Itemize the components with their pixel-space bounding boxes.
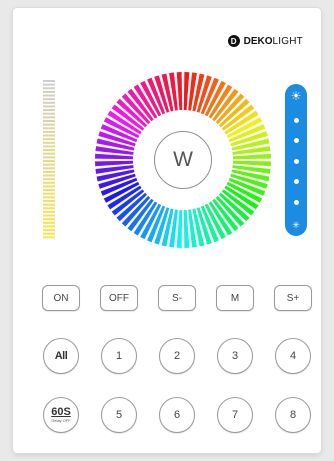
zone-7-button[interactable]: 7 xyxy=(217,397,253,433)
zone-4-button[interactable]: 4 xyxy=(275,338,311,374)
brightness-step[interactable] xyxy=(293,179,299,184)
timer-button[interactable]: 60S Delay OFF xyxy=(43,397,79,433)
brightness-step[interactable] xyxy=(293,158,299,164)
temperature-stripe xyxy=(43,145,55,148)
temperature-stripe xyxy=(43,229,55,232)
color-wheel-segment[interactable] xyxy=(183,209,190,248)
all-zones-button[interactable]: All xyxy=(43,338,79,374)
temperature-stripe xyxy=(43,87,55,90)
temperature-stripe xyxy=(43,214,55,217)
on-button[interactable]: ON xyxy=(42,285,80,311)
zone-6-button[interactable]: 6 xyxy=(159,397,195,433)
remote-panel: D DEKOLIGHT W ☀ ✳ ON OFF S- M S+ All 1 2… xyxy=(13,8,321,453)
temperature-stripe xyxy=(43,232,55,235)
white-button-backdrop: W xyxy=(140,117,226,203)
color-wheel-segment[interactable] xyxy=(232,160,271,167)
temperature-stripe xyxy=(43,138,55,141)
temperature-stripe xyxy=(43,120,55,122)
color-wheel-segment[interactable] xyxy=(176,209,183,248)
brightness-step[interactable] xyxy=(293,138,299,143)
temperature-stripe xyxy=(43,130,55,133)
color-wheel-segment[interactable] xyxy=(176,72,183,111)
temperature-stripe xyxy=(43,196,55,199)
temperature-stripe xyxy=(43,94,55,97)
temperature-stripe xyxy=(43,80,55,82)
temperature-stripe xyxy=(43,127,55,130)
zone-3-button[interactable]: 3 xyxy=(217,338,253,374)
brightness-slider[interactable]: ☀ ✳ xyxy=(285,84,307,236)
zone-8-button[interactable]: 8 xyxy=(275,397,311,433)
temperature-stripe xyxy=(43,152,55,155)
temperature-stripe xyxy=(43,174,55,177)
temperature-stripe xyxy=(43,112,55,115)
temperature-stripe xyxy=(43,141,55,144)
temperature-stripe xyxy=(43,101,55,104)
color-wheel-segment[interactable] xyxy=(232,153,271,160)
temperature-stripe xyxy=(43,218,55,221)
temperature-stripe xyxy=(43,200,55,202)
brand-name-bold: DEKO xyxy=(243,35,273,47)
white-button[interactable]: W xyxy=(154,131,212,189)
temperature-stripe xyxy=(43,123,55,126)
color-wheel-segment[interactable] xyxy=(95,153,134,160)
brand-logo-icon: D xyxy=(227,35,240,47)
color-wheel-segment[interactable] xyxy=(95,160,134,167)
mode-button[interactable]: M xyxy=(216,285,254,311)
temperature-stripe xyxy=(43,167,55,170)
timer-sub-label: Delay OFF xyxy=(51,418,71,423)
temperature-stripe xyxy=(43,207,55,210)
zone-1-button[interactable]: 1 xyxy=(101,338,137,374)
temperature-stripe xyxy=(43,185,55,188)
color-wheel-segment[interactable] xyxy=(183,72,190,111)
temperature-stripe xyxy=(43,236,55,239)
temperature-stripe xyxy=(43,90,55,93)
temperature-stripe xyxy=(43,134,55,137)
temperature-stripe xyxy=(43,181,55,184)
color-wheel[interactable]: W xyxy=(93,70,273,250)
speed-up-button[interactable]: S+ xyxy=(274,285,312,311)
temperature-stripe xyxy=(43,156,55,159)
temperature-stripe xyxy=(43,116,55,119)
temperature-stripe xyxy=(43,109,55,112)
off-button[interactable]: OFF xyxy=(100,285,138,311)
temperature-stripe xyxy=(43,170,55,173)
temperature-stripe xyxy=(43,160,55,162)
temperature-stripe xyxy=(43,189,55,192)
temperature-stripe xyxy=(43,221,55,224)
brightness-low-icon: ✳ xyxy=(292,220,300,230)
temperature-stripe xyxy=(43,83,55,86)
timer-label: 60S xyxy=(51,406,71,418)
temperature-stripe xyxy=(43,192,55,195)
color-temperature-slider[interactable] xyxy=(43,80,55,240)
temperature-stripe xyxy=(43,149,55,152)
temperature-stripe xyxy=(43,98,55,101)
brand-name-light: LIGHT xyxy=(272,35,303,47)
temperature-stripe xyxy=(43,203,55,206)
brightness-step[interactable] xyxy=(293,117,299,123)
temperature-stripe xyxy=(43,178,55,181)
brand-logo: D DEKOLIGHT xyxy=(227,35,303,47)
brightness-high-icon: ☀ xyxy=(290,89,302,103)
zone-5-button[interactable]: 5 xyxy=(101,397,137,433)
color-temperature-gradient xyxy=(43,80,55,239)
temperature-stripe xyxy=(43,163,55,166)
temperature-stripe xyxy=(43,225,55,228)
temperature-stripe xyxy=(43,210,55,213)
temperature-stripe xyxy=(43,105,55,108)
speed-down-button[interactable]: S- xyxy=(158,285,196,311)
brightness-step[interactable] xyxy=(293,199,299,205)
zone-2-button[interactable]: 2 xyxy=(159,338,195,374)
